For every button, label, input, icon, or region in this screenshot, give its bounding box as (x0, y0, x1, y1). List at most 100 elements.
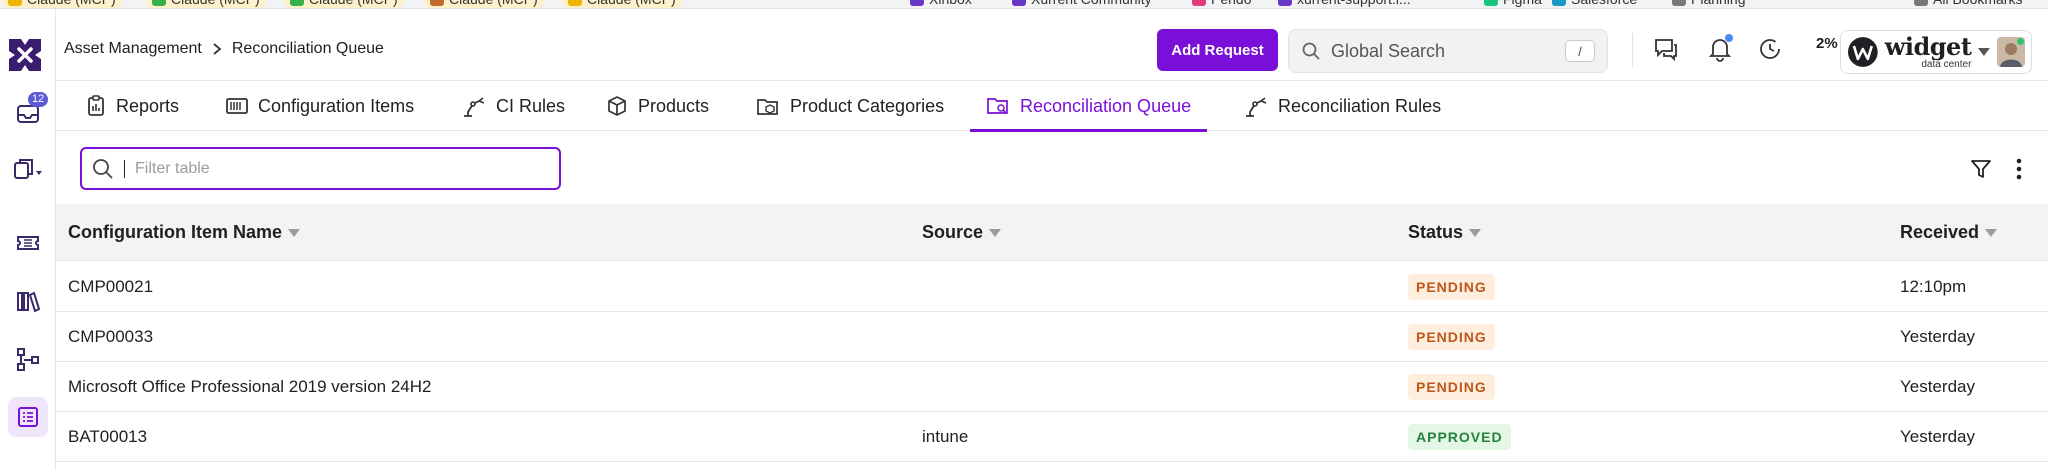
brand-subtitle: data center (1921, 58, 1972, 70)
tab-label: Product Categories (790, 95, 945, 116)
sort-caret-icon (1469, 228, 1482, 237)
cube-icon (608, 96, 626, 116)
brand-wordmark: widget data center (1885, 34, 1972, 70)
bookmark-item[interactable]: Xurrent Community (1006, 0, 1158, 8)
tab-reconciliation-rules[interactable]: Reconciliation Rules (1228, 81, 1457, 131)
notification-dot (1725, 34, 1733, 42)
bookmark-label: Xurrent Community (1031, 0, 1152, 7)
column-header-received[interactable]: Received (1900, 204, 1998, 261)
more-options-button[interactable] (2004, 154, 2034, 184)
table-row[interactable]: CMP00021 PENDING 12:10pm (56, 262, 2048, 312)
column-label: Status (1408, 222, 1464, 242)
workflows-button[interactable] (8, 339, 48, 379)
bookmark-favicon-icon (910, 0, 924, 6)
table-row[interactable]: BAT00013 intune APPROVED Yesterday (56, 412, 2048, 462)
bookmark-item[interactable]: Claude (MCP) (562, 0, 682, 8)
bookmark-label: Claude (MCP) (587, 0, 676, 7)
workflow-icon (17, 348, 39, 371)
kebab-menu-icon (2016, 158, 2022, 180)
header-divider (1632, 33, 1633, 67)
bookmark-item[interactable]: Figma (1478, 0, 1548, 8)
bookmark-item[interactable]: Claude (MCP) (424, 0, 544, 8)
robot-arm-icon (1246, 97, 1267, 117)
tab-ci-rules[interactable]: CI Rules (446, 81, 581, 131)
table-row[interactable]: Microsoft Office Professional 2019 versi… (56, 362, 2048, 412)
tab-label: Configuration Items (258, 95, 415, 116)
bookmark-favicon-icon (1278, 0, 1292, 6)
user-avatar[interactable] (1997, 37, 2025, 67)
server-rack-icon (226, 98, 248, 114)
folder-cube-icon (757, 99, 778, 115)
inbox-button[interactable]: 12 (8, 92, 49, 133)
funnel-icon (1971, 160, 1991, 178)
column-label: Source (922, 222, 984, 242)
sort-caret-icon (989, 228, 1002, 237)
tab-configuration-items[interactable]: Configuration Items (210, 81, 430, 131)
tab-products[interactable]: Products (590, 81, 725, 131)
tab-label: Reconciliation Rules (1278, 95, 1442, 116)
breadcrumb: Asset Management Reconciliation Queue (64, 40, 384, 58)
copy-menu-button[interactable] (8, 149, 48, 189)
tickets-button[interactable] (8, 223, 48, 263)
global-search-placeholder: Global Search (1331, 40, 1446, 61)
cell-received: Yesterday (1900, 327, 1975, 346)
tab-reports[interactable]: Reports (70, 81, 195, 131)
column-header-source[interactable]: Source (922, 204, 1002, 261)
cell-name: CMP00021 (68, 277, 154, 296)
bookmark-item[interactable]: Claude (MCP) (284, 0, 404, 8)
bookmark-favicon-icon (8, 0, 22, 6)
filter-table-input[interactable] (135, 159, 535, 178)
search-icon (1302, 42, 1320, 60)
left-nav-rail: 12 (0, 9, 56, 470)
cell-name: Microsoft Office Professional 2019 versi… (68, 377, 432, 396)
bookmark-label: Claude (MCP) (27, 0, 116, 7)
tab-label: Reconciliation Queue (1020, 95, 1192, 116)
bookmark-item[interactable]: Xinbox (904, 0, 978, 8)
filter-button[interactable] (1966, 154, 1996, 184)
bookmark-favicon-icon (152, 0, 166, 6)
bookmark-item[interactable]: Planning (1666, 0, 1752, 8)
cell-name: BAT00013 (68, 427, 148, 446)
notifications-button[interactable] (1702, 31, 1738, 67)
asset-management-button[interactable] (8, 397, 48, 437)
tab-label: CI Rules (496, 95, 566, 116)
bookmark-label: xurrent-support.i... (1297, 0, 1411, 7)
text-cursor (124, 159, 125, 178)
tab-product-categories[interactable]: Product Categories (740, 81, 960, 131)
tab-reconciliation-queue[interactable]: Reconciliation Queue (970, 81, 1208, 132)
bookmark-label: Claude (MCP) (309, 0, 398, 7)
account-switcher[interactable]: widget data center (1840, 30, 2032, 74)
bookmark-item[interactable]: Claude (MCP) (2, 0, 122, 8)
bookmark-favicon-icon (1484, 0, 1498, 6)
robot-arm-icon (464, 97, 485, 117)
bookmark-item[interactable]: Claude (MCP) (146, 0, 266, 8)
bookmark-favicon-icon (1914, 0, 1928, 6)
asset-list-icon (18, 407, 38, 427)
chat-bubbles-icon (1655, 39, 1677, 62)
app-logo[interactable] (7, 37, 43, 73)
bookmark-item[interactable]: All Bookmarks (1908, 0, 2028, 8)
add-request-button[interactable]: Add Request (1157, 29, 1278, 71)
bookmark-item[interactable]: Pendo (1186, 0, 1257, 8)
bookmark-item[interactable]: Salesforce (1546, 0, 1643, 8)
chat-button[interactable] (1648, 31, 1684, 67)
tab-label: Reports (116, 95, 180, 116)
table-row[interactable]: CMP00033 PENDING Yesterday (56, 312, 2048, 362)
online-status-dot (2017, 38, 2024, 45)
global-search-input[interactable]: Global Search / (1288, 29, 1608, 73)
bookmark-favicon-icon (1192, 0, 1206, 6)
column-header-status[interactable]: Status (1408, 204, 1482, 261)
ticket-icon (17, 236, 39, 250)
column-header-name[interactable]: Configuration Item Name (68, 204, 301, 261)
search-icon (93, 158, 113, 179)
knowledge-button[interactable] (8, 281, 48, 321)
filter-table-field[interactable] (80, 147, 561, 190)
bookmark-item[interactable]: xurrent-support.i... (1272, 0, 1417, 8)
tab-label: Products (638, 95, 710, 116)
breadcrumb-parent-link[interactable]: Asset Management (64, 40, 202, 58)
bookmark-favicon-icon (1012, 0, 1026, 6)
status-badge: PENDING (1408, 274, 1495, 300)
widget-logo-icon (1847, 37, 1878, 67)
progress-button[interactable] (1752, 31, 1788, 67)
table-header: Configuration Item Name Source Status Re… (56, 204, 2048, 261)
